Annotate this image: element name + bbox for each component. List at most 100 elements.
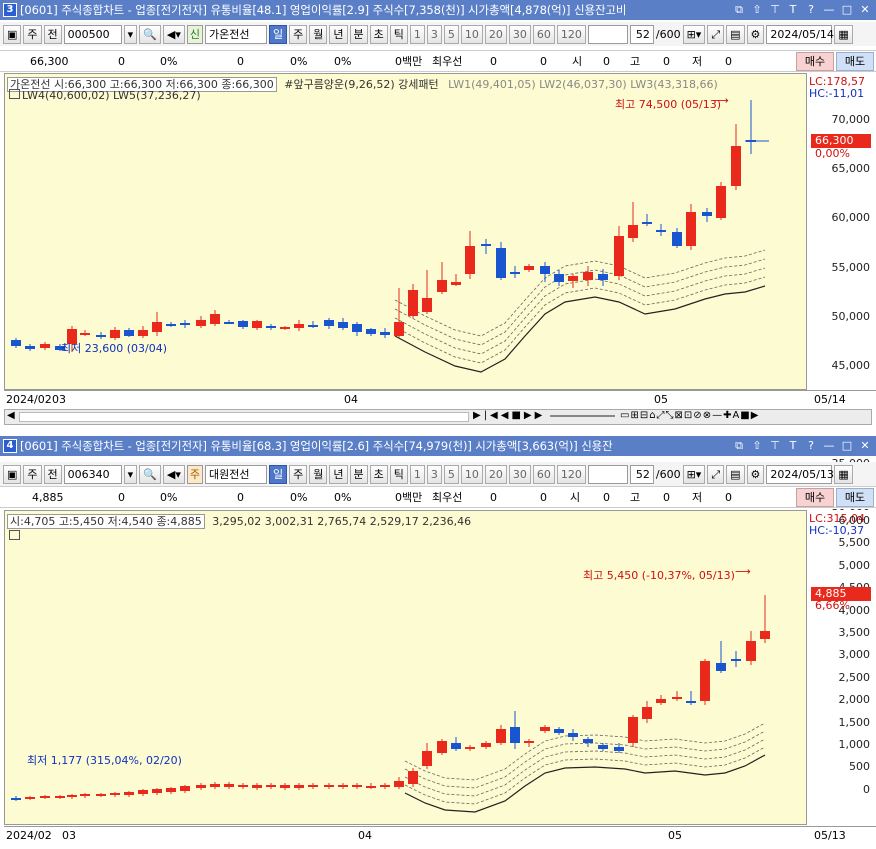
interval-30[interactable]: 30 (508, 464, 531, 484)
mode-select[interactable]: 주 (23, 24, 42, 44)
speaker-icon[interactable]: ◀▾ (162, 24, 185, 44)
buy-button[interactable]: 매수 (796, 488, 834, 507)
sell-button[interactable]: 매도 (836, 52, 874, 71)
interval-120[interactable]: 120 (556, 24, 586, 44)
link-icon[interactable]: ⧉ (732, 439, 746, 453)
layout-icon[interactable]: ▣ (3, 24, 22, 44)
period-day[interactable]: 일 (269, 24, 288, 44)
interval-120[interactable]: 120 (556, 464, 586, 484)
period-week[interactable]: 주 (289, 464, 308, 484)
bar-tool-icon[interactable]: ⊞▾ (682, 24, 706, 44)
interval-10[interactable]: 10 (460, 24, 483, 44)
draw-tool-icon[interactable]: ⤢ (707, 24, 725, 44)
calendar-small-icon[interactable] (9, 530, 20, 543)
price-axis[interactable]: LC:178,57 HC:-11,01 70,000 65,000 60,000 55… (806, 73, 876, 618)
interval-1[interactable]: 1 (409, 24, 425, 44)
period-month[interactable]: 월 (309, 464, 328, 484)
prev-button[interactable]: 전 (43, 24, 62, 44)
close-icon[interactable]: ✕ (858, 439, 872, 453)
stock-code-input[interactable]: 000500 (63, 24, 122, 44)
link-icon[interactable]: ⧉ (732, 3, 746, 17)
text-icon[interactable]: T (786, 439, 800, 453)
scroll-left-icon[interactable]: ◀ (7, 410, 15, 421)
candle-body (598, 745, 608, 749)
minimize-icon[interactable]: — (822, 3, 836, 17)
close-icon[interactable]: ✕ (858, 3, 872, 17)
prev-button[interactable]: 전 (43, 464, 62, 484)
save-icon[interactable]: ▤ (726, 24, 745, 44)
code-dropdown-icon[interactable]: ▾ (123, 464, 138, 484)
draw-tool-icon[interactable]: ⤢ (707, 464, 725, 484)
title-bar[interactable]: 4 [0601] 주식종합차트 - 업종[전기전자] 유통비율[68.3] 영업… (0, 436, 876, 456)
interval-3[interactable]: 3 (426, 24, 442, 44)
calendar-icon[interactable]: ▦ (834, 24, 853, 44)
period-second[interactable]: 초 (369, 464, 388, 484)
gear-icon[interactable]: ⚙ (746, 24, 765, 44)
text-icon[interactable]: T (786, 3, 800, 17)
search-icon[interactable]: 🔍 (139, 464, 161, 484)
scroll-track[interactable] (19, 412, 469, 422)
period-tick[interactable]: 틱 (389, 24, 408, 44)
interval-10[interactable]: 10 (460, 464, 483, 484)
stock-name[interactable]: 대원전선 (205, 464, 267, 484)
code-dropdown-icon[interactable]: ▾ (123, 24, 138, 44)
save-icon[interactable]: ▤ (726, 464, 745, 484)
interval-5[interactable]: 5 (443, 24, 459, 44)
zoom-slider[interactable] (550, 415, 615, 417)
pin-icon[interactable]: ⊤ (768, 439, 782, 453)
tool-icons[interactable]: ▭⊞⊟⌂⤢⤡⊠⊡⊘⊗—✚A■▶ (620, 410, 759, 421)
bar-count-input[interactable]: 52 (629, 464, 654, 484)
period-minute[interactable]: 분 (349, 464, 368, 484)
price-chart[interactable]: 시:4,705 고:5,450 저:4,540 종:4,885 3,295,02… (4, 510, 808, 825)
date-input[interactable]: 2024/05/13 (766, 464, 834, 484)
candle-body (25, 797, 35, 799)
period-minute[interactable]: 분 (349, 24, 368, 44)
help-icon[interactable]: ? (804, 3, 818, 17)
period-year[interactable]: 년 (329, 24, 348, 44)
interval-20[interactable]: 20 (484, 464, 507, 484)
interval-1[interactable]: 1 (409, 464, 425, 484)
period-day[interactable]: 일 (269, 464, 288, 484)
interval-20[interactable]: 20 (484, 24, 507, 44)
period-tick[interactable]: 틱 (389, 464, 408, 484)
calendar-small-icon[interactable] (9, 89, 20, 99)
candle-body (294, 785, 304, 788)
interval-5[interactable]: 5 (443, 464, 459, 484)
sell-button[interactable]: 매도 (836, 488, 874, 507)
interval-input[interactable] (587, 464, 628, 484)
interval-60[interactable]: 60 (532, 464, 555, 484)
period-month[interactable]: 월 (309, 24, 328, 44)
stock-name[interactable]: 가온전선 (205, 24, 267, 44)
maximize-icon[interactable]: □ (840, 3, 854, 17)
title-bar[interactable]: 3 [0601] 주식종합차트 - 업종[전기전자] 유통비율[48.1] 영업… (0, 0, 876, 20)
date-input[interactable]: 2024/05/14 (766, 24, 834, 44)
interval-3[interactable]: 3 (426, 464, 442, 484)
maximize-icon[interactable]: □ (840, 439, 854, 453)
interval-input[interactable] (587, 24, 628, 44)
buy-button[interactable]: 매수 (796, 52, 834, 71)
help-icon[interactable]: ? (804, 439, 818, 453)
search-icon[interactable]: 🔍 (139, 24, 161, 44)
scrollbar[interactable]: ◀ ▶|◀◀■▶▶ ▭⊞⊟⌂⤢⤡⊠⊡⊘⊗—✚A■▶ (4, 409, 872, 425)
scroll-nav-buttons[interactable]: ▶|◀◀■▶▶ (473, 410, 545, 421)
speaker-icon[interactable]: ◀▾ (162, 464, 185, 484)
period-year[interactable]: 년 (329, 464, 348, 484)
candle-body (760, 631, 770, 639)
bar-count-input[interactable]: 52 (629, 24, 654, 44)
bar-tool-icon[interactable]: ⊞▾ (682, 464, 706, 484)
layout-icon[interactable]: ▣ (3, 464, 22, 484)
gear-icon[interactable]: ⚙ (746, 464, 765, 484)
price-chart[interactable]: 가온전선 시:66,300 고:66,300 저:66,300 종:66,300… (4, 73, 808, 390)
calendar-icon[interactable]: ▦ (834, 464, 853, 484)
price-axis[interactable]: LC:315,04 HC:-10,37 6,0005,5005,0004,500… (806, 510, 876, 825)
stock-code-input[interactable]: 006340 (63, 464, 122, 484)
interval-30[interactable]: 30 (508, 24, 531, 44)
period-second[interactable]: 초 (369, 24, 388, 44)
period-week[interactable]: 주 (289, 24, 308, 44)
sync-icon[interactable]: ⇧ (750, 439, 764, 453)
interval-60[interactable]: 60 (532, 24, 555, 44)
pin-icon[interactable]: ⊤ (768, 3, 782, 17)
minimize-icon[interactable]: — (822, 439, 836, 453)
sync-icon[interactable]: ⇧ (750, 3, 764, 17)
mode-select[interactable]: 주 (23, 464, 42, 484)
